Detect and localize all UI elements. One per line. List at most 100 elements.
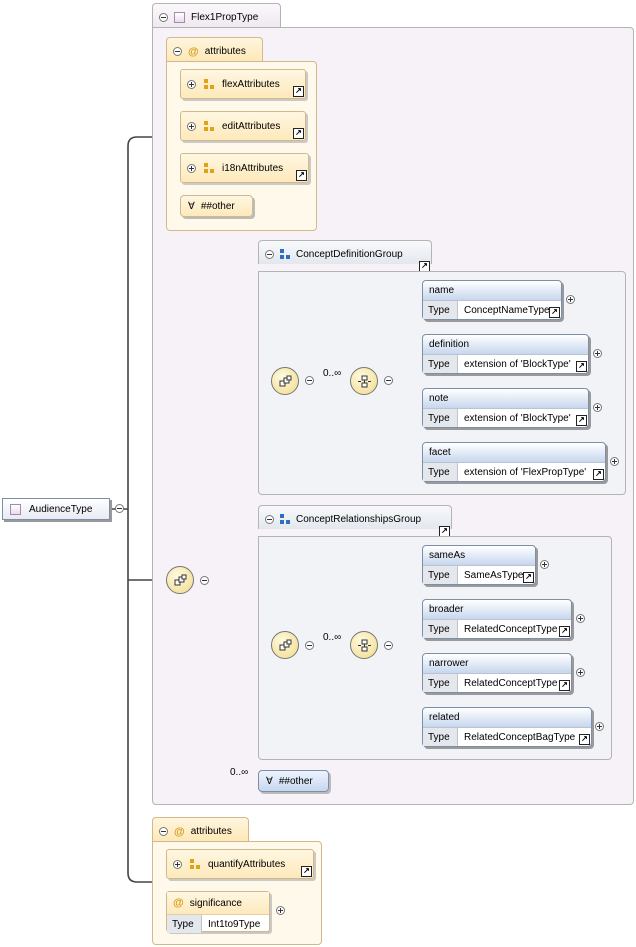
element-name-label: related: [423, 708, 591, 728]
concept-relationships-group-tab[interactable]: ConceptRelationshipsGroup ↗: [258, 505, 452, 537]
any-attribute-label: ##other: [200, 200, 235, 212]
attribute-group-quantifyattributes[interactable]: quantifyAttributes ↗: [166, 849, 314, 879]
element-related[interactable]: related Type RelatedConceptBagType ↗: [422, 707, 592, 747]
any-element[interactable]: ∀ ##other: [258, 770, 329, 792]
attribute-icon: @: [188, 45, 199, 58]
expand-element-toggle[interactable]: [576, 668, 585, 677]
sequence-compositor[interactable]: [271, 631, 299, 659]
collapse-sequence-toggle[interactable]: [384, 376, 393, 385]
element-definition[interactable]: definition Type extension of 'BlockType' …: [422, 334, 589, 374]
expand-element-toggle[interactable]: [610, 457, 619, 466]
attribute-group-label: i18nAttributes: [222, 162, 284, 174]
expand-toggle[interactable]: [187, 163, 196, 173]
complex-type-label: Flex1PropType: [191, 12, 259, 23]
link-arrow-icon[interactable]: ↗: [559, 680, 570, 691]
root-element[interactable]: AudienceType: [2, 498, 110, 520]
attribute-group-flexattributes[interactable]: flexAttributes ↗: [180, 69, 306, 99]
concept-definition-group-tab[interactable]: ConceptDefinitionGroup ↗: [258, 240, 432, 272]
attribute-group-icon: [204, 162, 214, 174]
expand-element-toggle[interactable]: [540, 560, 549, 569]
link-arrow-icon[interactable]: ↗: [293, 128, 304, 139]
type-value: extension of 'FlexPropType': [464, 466, 587, 478]
collapse-attributes-toggle[interactable]: [159, 827, 168, 836]
link-arrow-icon[interactable]: ↗: [293, 86, 304, 97]
type-label: Type: [167, 915, 202, 933]
sequence-icon: [279, 639, 292, 651]
attribute-group-label: flexAttributes: [222, 78, 280, 90]
link-arrow-icon[interactable]: ↗: [549, 307, 560, 318]
sequence-compositor[interactable]: [166, 566, 194, 594]
attributes-tab-label: attributes: [204, 46, 246, 57]
type-label: Type: [423, 463, 458, 481]
group-icon: [280, 249, 290, 260]
any-attribute[interactable]: ∀ ##other: [180, 195, 253, 217]
sequence-compositor[interactable]: [350, 367, 378, 395]
occurrence-label: 0..∞: [230, 767, 249, 778]
type-value: extension of 'BlockType': [464, 412, 571, 424]
type-value: RelatedConceptBagType: [464, 731, 576, 743]
element-broader[interactable]: broader Type RelatedConceptType ↗: [422, 599, 572, 639]
expand-attribute-toggle[interactable]: [276, 906, 285, 915]
link-arrow-icon[interactable]: ↗: [576, 415, 587, 426]
element-facet[interactable]: facet Type extension of 'FlexPropType' ↗: [422, 442, 606, 482]
type-value: RelatedConceptType: [464, 623, 558, 635]
wildcard-icon: ∀: [266, 775, 273, 787]
collapse-group-toggle[interactable]: [265, 250, 274, 259]
expand-element-toggle[interactable]: [566, 295, 575, 304]
expand-element-toggle[interactable]: [593, 403, 602, 412]
link-arrow-icon[interactable]: ↗: [301, 866, 312, 877]
attribute-group-i18nattributes[interactable]: i18nAttributes ↗: [180, 153, 309, 183]
expand-toggle[interactable]: [173, 859, 182, 869]
collapse-attributes-toggle[interactable]: [173, 47, 182, 56]
sequence-compositor[interactable]: [271, 367, 299, 395]
attributes-tab[interactable]: @ attributes: [166, 37, 263, 61]
element-narrower[interactable]: narrower Type RelatedConceptType ↗: [422, 653, 572, 693]
element-name-label: name: [423, 281, 561, 301]
element-sameas[interactable]: sameAs Type SameAsType ↗: [422, 545, 536, 585]
link-arrow-icon[interactable]: ↗: [593, 469, 604, 480]
collapse-root-toggle[interactable]: [115, 504, 124, 513]
type-label: Type: [423, 301, 458, 319]
element-name[interactable]: name Type ConceptNameType ↗: [422, 280, 562, 320]
type-value: extension of 'BlockType': [464, 358, 571, 370]
sequence-compositor[interactable]: [350, 631, 378, 659]
link-arrow-icon[interactable]: ↗: [523, 572, 534, 583]
collapse-sequence-toggle[interactable]: [305, 641, 314, 650]
attribute-name: significance: [189, 897, 242, 909]
type-label: Type: [423, 409, 458, 427]
sequence-icon: [358, 375, 371, 388]
element-name-label: broader: [423, 600, 571, 620]
complex-type-icon: [10, 503, 21, 515]
collapse-group-toggle[interactable]: [265, 515, 274, 524]
collapse-complex-type-toggle[interactable]: [159, 13, 168, 22]
collapse-sequence-toggle[interactable]: [200, 576, 209, 585]
link-arrow-icon[interactable]: ↗: [579, 734, 590, 745]
attributes-tab[interactable]: @ attributes: [152, 817, 249, 841]
attribute-group-editattributes[interactable]: editAttributes ↗: [180, 111, 306, 141]
occurrence-label: 0..∞: [323, 368, 342, 379]
type-label: Type: [423, 620, 458, 638]
expand-element-toggle[interactable]: [593, 349, 602, 358]
element-name-label: narrower: [423, 654, 571, 674]
attribute-group-label: editAttributes: [222, 120, 281, 132]
attribute-significance[interactable]: @ significance Type Int1to9Type: [166, 891, 270, 933]
expand-element-toggle[interactable]: [576, 614, 585, 623]
root-label: AudienceType: [29, 503, 93, 515]
expand-toggle[interactable]: [187, 121, 196, 131]
element-note[interactable]: note Type extension of 'BlockType' ↗: [422, 388, 589, 428]
collapse-sequence-toggle[interactable]: [305, 376, 314, 385]
link-arrow-icon[interactable]: ↗: [576, 361, 587, 372]
element-name-label: note: [423, 389, 588, 409]
occurrence-label: 0..∞: [323, 632, 342, 643]
link-arrow-icon[interactable]: ↗: [296, 170, 307, 181]
type-label: Type: [423, 355, 458, 373]
attribute-icon: @: [173, 897, 184, 909]
collapse-sequence-toggle[interactable]: [384, 641, 393, 650]
link-arrow-icon[interactable]: ↗: [559, 626, 570, 637]
attribute-group-label: quantifyAttributes: [208, 858, 286, 870]
type-label: Type: [423, 566, 458, 584]
complex-type-tab[interactable]: Flex1PropType: [152, 3, 281, 27]
type-value: Int1to9Type: [208, 918, 261, 930]
expand-toggle[interactable]: [187, 79, 196, 89]
expand-element-toggle[interactable]: [595, 722, 604, 731]
